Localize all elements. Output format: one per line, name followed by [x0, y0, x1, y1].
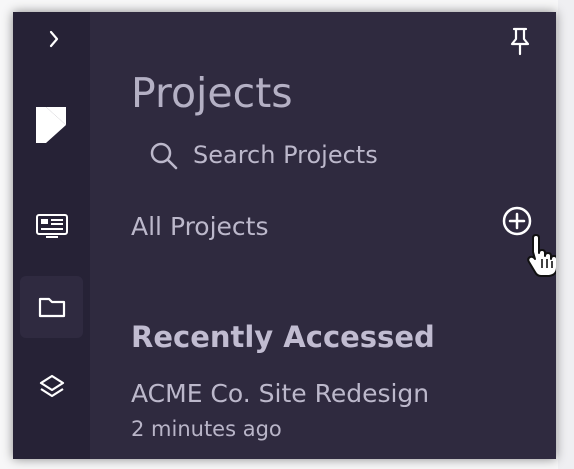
search-icon — [150, 142, 178, 170]
logo-icon — [36, 107, 66, 143]
hand-pointer-icon — [527, 234, 556, 277]
sidebar-item-layers[interactable] — [20, 356, 83, 418]
sidebar-rail — [13, 12, 90, 459]
background-strip — [558, 0, 574, 469]
recent-project-time: 2 minutes ago — [131, 417, 282, 441]
dashboard-icon — [35, 214, 68, 238]
pin-icon — [510, 27, 530, 56]
recently-accessed-heading: Recently Accessed — [131, 320, 435, 354]
app-logo[interactable] — [36, 107, 66, 143]
folder-icon — [38, 297, 65, 318]
projects-panel: Projects All Projects Recently Accessed … — [13, 12, 556, 459]
sidebar-item-dashboard[interactable] — [20, 195, 83, 257]
sidebar-item-projects[interactable] — [20, 276, 83, 338]
recent-project-name[interactable]: ACME Co. Site Redesign — [131, 376, 429, 412]
page-title: Projects — [131, 69, 293, 117]
add-project-button[interactable] — [500, 204, 534, 238]
plus-circle-icon — [502, 206, 532, 236]
search-input[interactable] — [193, 136, 513, 174]
all-projects-link[interactable]: All Projects — [131, 208, 269, 246]
layers-icon — [39, 374, 64, 398]
expand-button[interactable] — [41, 26, 67, 52]
chevron-right-icon — [49, 30, 59, 48]
pin-button[interactable] — [506, 26, 534, 56]
